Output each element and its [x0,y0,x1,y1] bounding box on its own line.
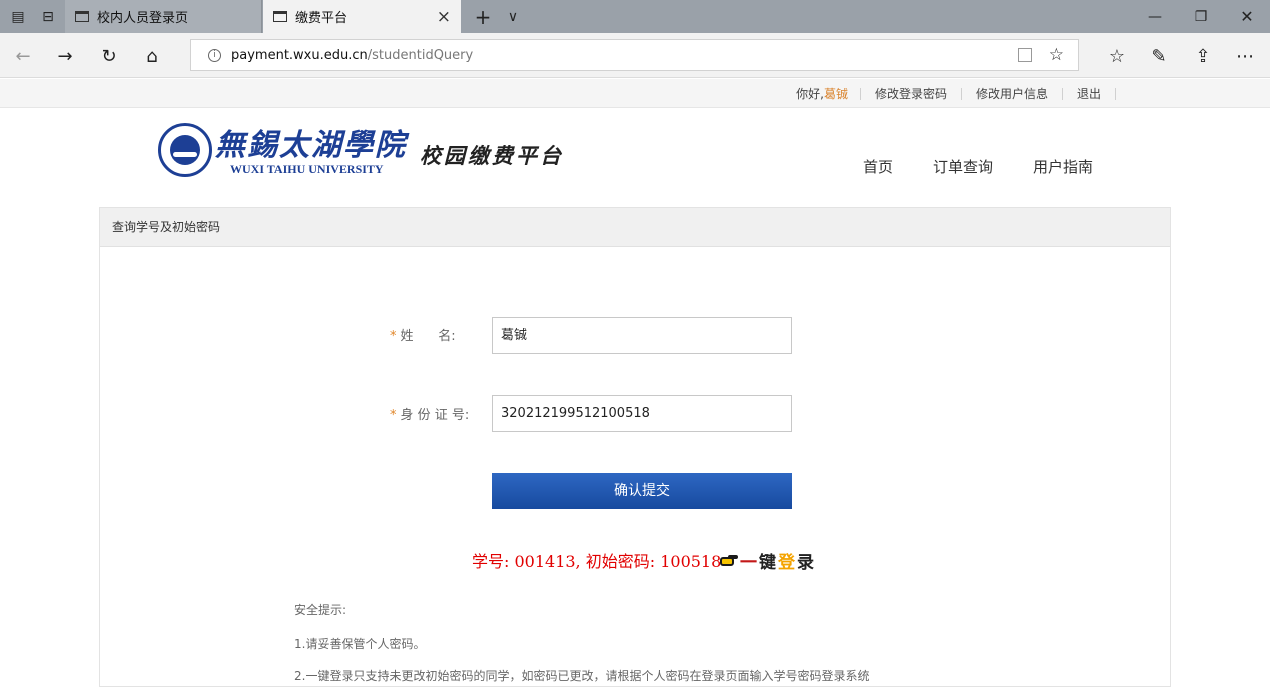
edit-profile-link[interactable]: 修改用户信息 [976,85,1048,102]
platform-title: 校园缴费平台 [420,144,564,168]
security-tip-1: 1.请妥善保管个人密码。 [294,637,426,651]
forward-icon[interactable]: → [50,41,80,71]
address-bar[interactable]: i payment.wxu.edu.cn /studentidQuery ☆ [190,39,1079,71]
security-tip-2: 2.一键登录只支持未更改初始密码的同学，如密码已更改，请根据个人密码在登录页面输… [294,669,870,683]
username-link[interactable]: 葛铖 [824,85,848,102]
main-nav: 首页 订单查询 用户指南 [823,156,1093,177]
tab-preview-icon[interactable]: ⊟ [32,0,64,33]
id-number-input[interactable]: 320212199512100518 [492,395,792,432]
pointing-hand-icon [716,555,738,567]
result-student-id-password: 学号: 001413, 初始密码: 100518 [472,552,722,571]
browser-nav-bar: ← → ↻ ⌂ i payment.wxu.edu.cn /studentidQ… [0,33,1270,78]
tab-label: 缴费平台 [295,11,348,26]
restore-icon[interactable]: ❐ [1178,0,1224,33]
tab-label: 校内人员登录页 [97,11,189,26]
page-icon [273,11,287,22]
divider [859,87,861,100]
security-tips-title: 安全提示: [294,603,347,617]
tab-campus-login[interactable]: 校内人员登录页 [65,0,262,33]
tab-list-button[interactable]: ∨ [497,0,529,33]
refresh-icon[interactable]: ↻ [94,41,124,71]
reading-view-icon[interactable] [1018,48,1032,62]
change-password-link[interactable]: 修改登录密码 [875,85,947,102]
submit-button[interactable]: 确认提交 [492,473,792,509]
nav-order-query[interactable]: 订单查询 [933,156,993,177]
nav-user-guide[interactable]: 用户指南 [1033,156,1093,177]
more-menu-icon[interactable]: ⋯ [1230,41,1260,71]
site-user-bar: 你好, 葛铖 修改登录密码 修改用户信息 退出 [0,79,1270,108]
close-tab-icon[interactable]: × [437,7,451,27]
nav-home[interactable]: 首页 [863,156,893,177]
university-name-cn: 無錫太湖學院 [215,128,407,163]
browser-tab-bar: ▤ ⊟ 校内人员登录页 缴费平台 × + ∨ — ❐ ✕ [0,0,1270,33]
close-window-icon[interactable]: ✕ [1224,0,1270,33]
home-icon[interactable]: ⌂ [137,41,167,71]
required-mark: * [390,408,397,423]
url-path: /studentidQuery [367,47,474,63]
university-name-en: WUXI TAIHU UNIVERSITY [230,162,384,176]
id-number-label: * 身 份 证 号: [390,408,470,423]
set-aside-tabs-icon[interactable]: ▤ [2,0,34,33]
name-input[interactable]: 葛铖 [492,317,792,354]
back-icon[interactable]: ← [8,41,38,71]
one-click-login-link[interactable]: 一键登录 [740,548,816,573]
pen-note-icon[interactable]: ✎ [1144,41,1174,71]
share-icon[interactable]: ⇪ [1188,41,1218,71]
site-info-icon[interactable]: i [208,48,221,62]
minimize-icon[interactable]: — [1132,0,1178,33]
new-tab-button[interactable]: + [467,0,499,33]
divider [960,87,962,100]
greeting-text: 你好, [796,87,824,101]
favorite-star-icon[interactable]: ☆ [1049,45,1064,65]
panel-title: 查询学号及初始密码 [100,208,1170,247]
logout-link[interactable]: 退出 [1077,85,1101,102]
favorites-hub-icon[interactable]: ☆ [1102,41,1132,71]
divider [1115,87,1116,100]
divider [1061,87,1063,100]
tab-payment-platform[interactable]: 缴费平台 × [263,0,461,33]
page-icon [75,11,89,22]
name-label: * 姓 名: [390,329,456,344]
required-mark: * [390,329,397,344]
query-panel: 查询学号及初始密码 [99,207,1171,687]
url-host: payment.wxu.edu.cn [231,47,368,63]
university-emblem-icon [158,123,212,177]
